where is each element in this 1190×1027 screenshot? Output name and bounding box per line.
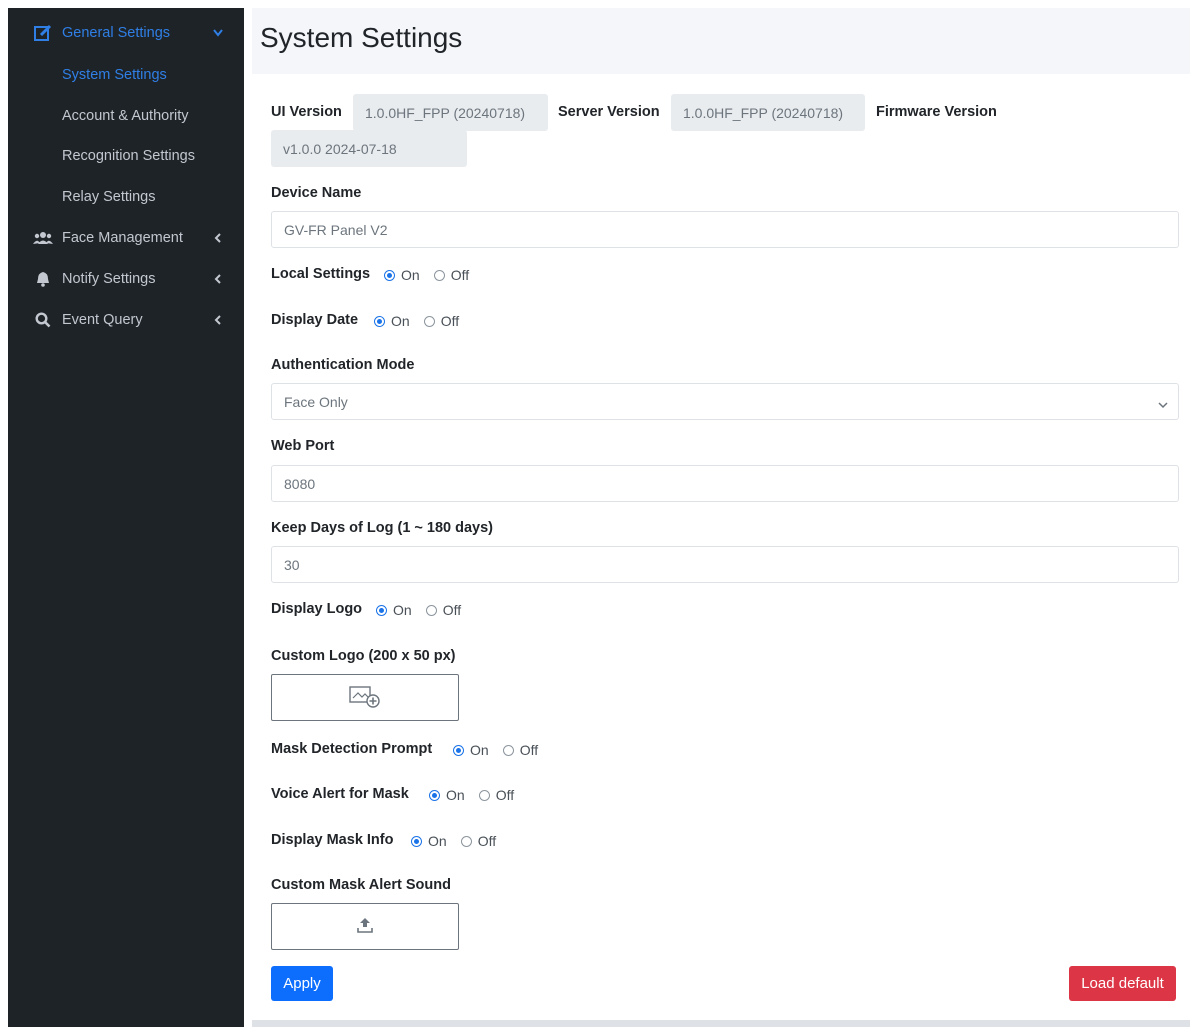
display-logo-on-radio[interactable]: [376, 604, 387, 616]
edit-icon: [33, 23, 53, 43]
auth-mode-select[interactable]: Face Only: [271, 383, 1179, 420]
server-version-label: Server Version: [558, 104, 660, 120]
auth-mode-label: Authentication Mode: [271, 357, 415, 373]
voice-alert-off-radio[interactable]: [478, 789, 490, 801]
display-logo-label: Display Logo: [271, 601, 363, 617]
main-content: System Settings UI Version 1.0.0HF_FPP (…: [252, 8, 1190, 1027]
sidebar-item-label: Notify Settings: [62, 271, 156, 287]
search-icon: [33, 310, 53, 330]
mask-prompt-off-radio[interactable]: [502, 744, 514, 756]
firmware-version-label: Firmware Version: [876, 104, 997, 120]
auth-mode-selected-value: Face Only: [284, 393, 348, 410]
radio-on-label: On: [428, 833, 447, 849]
page-title: System Settings: [260, 22, 463, 53]
radio-on-label: On: [401, 267, 420, 283]
keep-days-input[interactable]: 30: [271, 546, 1179, 583]
load-default-button[interactable]: Load default: [1069, 966, 1176, 1001]
display-date-on-radio[interactable]: [374, 315, 385, 327]
radio-on-label: On: [391, 313, 410, 329]
display-mask-info-label: Display Mask Info: [271, 832, 394, 848]
sidebar-item-recognition-settings[interactable]: Recognition Settings: [8, 139, 244, 173]
custom-mask-sound-label: Custom Mask Alert Sound: [271, 877, 451, 893]
voice-alert-label: Voice Alert for Mask: [271, 786, 409, 802]
sidebar-item-label: Face Management: [62, 230, 183, 246]
display-date-off-radio[interactable]: [423, 315, 435, 327]
page-header: System Settings: [252, 8, 1190, 74]
radio-off-label: Off: [450, 267, 470, 283]
sidebar-item-general-settings[interactable]: General Settings: [8, 15, 244, 51]
ui-version-label: UI Version: [271, 104, 342, 120]
sidebar-item-label: General Settings: [62, 25, 171, 41]
device-name-input[interactable]: GV-FR Panel V2: [271, 211, 1179, 248]
display-mask-off-radio[interactable]: [460, 835, 472, 847]
users-icon: [33, 228, 53, 248]
local-settings-label: Local Settings: [271, 266, 371, 282]
sidebar-item-label: Event Query: [62, 312, 143, 328]
radio-on-label: On: [446, 787, 465, 803]
radio-off-label: Off: [477, 833, 497, 849]
custom-logo-upload-button[interactable]: [271, 674, 459, 721]
sidebar-item-label: Recognition Settings: [62, 148, 195, 164]
sidebar-item-event-query[interactable]: Event Query: [8, 302, 244, 338]
apply-button[interactable]: Apply: [271, 966, 333, 1001]
sidebar-item-system-settings[interactable]: System Settings: [8, 58, 244, 92]
ui-version-value: 1.0.0HF_FPP (20240718): [353, 94, 548, 131]
chevron-down-icon: [1158, 396, 1168, 409]
footer-divider: [252, 1020, 1190, 1027]
chevron-left-icon: [212, 273, 224, 285]
firmware-version-value: v1.0.0 2024-07-18: [271, 130, 467, 167]
custom-logo-label: Custom Logo (200 x 50 px): [271, 648, 456, 664]
web-port-input[interactable]: 8080: [271, 465, 1179, 502]
display-mask-on-radio[interactable]: [411, 835, 422, 847]
display-logo-radio-group: On Off: [376, 602, 461, 618]
radio-off-label: Off: [519, 742, 539, 758]
local-settings-radio-group: On Off: [384, 267, 469, 283]
custom-sound-upload-button[interactable]: [271, 903, 459, 950]
display-logo-off-radio[interactable]: [425, 604, 437, 616]
mask-detection-prompt-label: Mask Detection Prompt: [271, 741, 433, 757]
sidebar-item-face-management[interactable]: Face Management: [8, 220, 244, 256]
sidebar-item-label: Account & Authority: [62, 108, 189, 124]
radio-off-label: Off: [442, 602, 462, 618]
radio-on-label: On: [470, 742, 489, 758]
sidebar-item-notify-settings[interactable]: Notify Settings: [8, 261, 244, 297]
sidebar-item-label: Relay Settings: [62, 189, 156, 205]
sidebar: General Settings System Settings Account…: [8, 8, 244, 1027]
local-settings-off-radio[interactable]: [433, 269, 445, 281]
bell-icon: [33, 269, 53, 289]
mask-prompt-radio-group: On Off: [453, 742, 538, 758]
chevron-left-icon: [212, 314, 224, 326]
sidebar-item-account-authority[interactable]: Account & Authority: [8, 99, 244, 133]
radio-on-label: On: [393, 602, 412, 618]
display-date-radio-group: On Off: [374, 313, 459, 329]
local-settings-on-radio[interactable]: [384, 269, 395, 281]
device-name-label: Device Name: [271, 185, 362, 201]
radio-off-label: Off: [495, 787, 515, 803]
server-version-value: 1.0.0HF_FPP (20240718): [671, 94, 865, 131]
web-port-label: Web Port: [271, 438, 335, 454]
voice-alert-radio-group: On Off: [429, 787, 514, 803]
sidebar-item-label: System Settings: [62, 67, 167, 83]
voice-alert-on-radio[interactable]: [429, 789, 440, 801]
chevron-down-icon: [212, 27, 224, 39]
image-add-icon: [348, 684, 382, 711]
mask-prompt-on-radio[interactable]: [453, 744, 464, 756]
chevron-left-icon: [212, 232, 224, 244]
upload-icon: [356, 916, 374, 937]
keep-days-label: Keep Days of Log (1 ~ 180 days): [271, 520, 494, 536]
radio-off-label: Off: [440, 313, 460, 329]
display-mask-radio-group: On Off: [411, 833, 496, 849]
sidebar-item-relay-settings[interactable]: Relay Settings: [8, 180, 244, 214]
display-date-label: Display Date: [271, 312, 359, 328]
